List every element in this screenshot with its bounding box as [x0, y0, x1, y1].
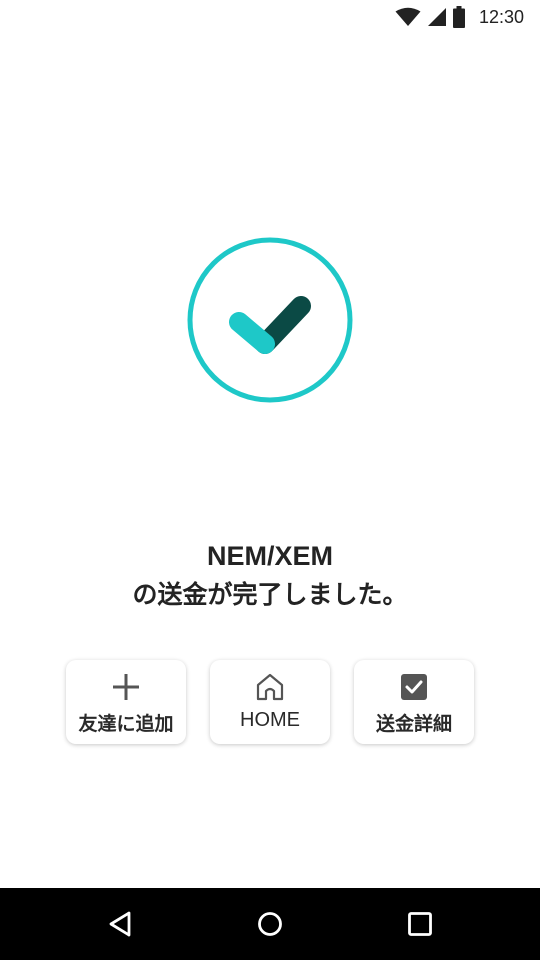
- action-buttons: 友達に追加 HOME 送金詳細: [66, 660, 474, 744]
- home-button[interactable]: HOME: [210, 660, 330, 744]
- cell-signal-icon: [427, 8, 446, 26]
- add-friend-button[interactable]: 友達に追加: [66, 660, 186, 744]
- home-circle-icon[interactable]: [252, 906, 288, 942]
- home-label: HOME: [240, 709, 300, 731]
- battery-icon: [452, 6, 465, 28]
- completion-message: NEM/XEM の送金が完了しました。: [0, 536, 540, 614]
- currency-label: NEM/XEM: [206, 541, 333, 571]
- system-nav-bar: [0, 888, 540, 960]
- transfer-details-button[interactable]: 送金詳細: [354, 660, 474, 744]
- recents-square-icon[interactable]: [402, 906, 438, 942]
- wifi-icon: [395, 7, 421, 26]
- checkbox-icon: [401, 674, 427, 700]
- check-circle-icon: [187, 237, 353, 403]
- completion-text: の送金が完了しました。: [132, 580, 408, 609]
- status-bar: 12:30: [0, 0, 540, 34]
- transfer-details-label: 送金詳細: [375, 713, 452, 735]
- status-time: 12:30: [478, 6, 524, 27]
- back-triangle-icon[interactable]: [102, 906, 138, 942]
- plus-icon: [113, 674, 139, 700]
- add-friend-label: 友達に追加: [78, 713, 174, 735]
- home-icon: [256, 673, 284, 701]
